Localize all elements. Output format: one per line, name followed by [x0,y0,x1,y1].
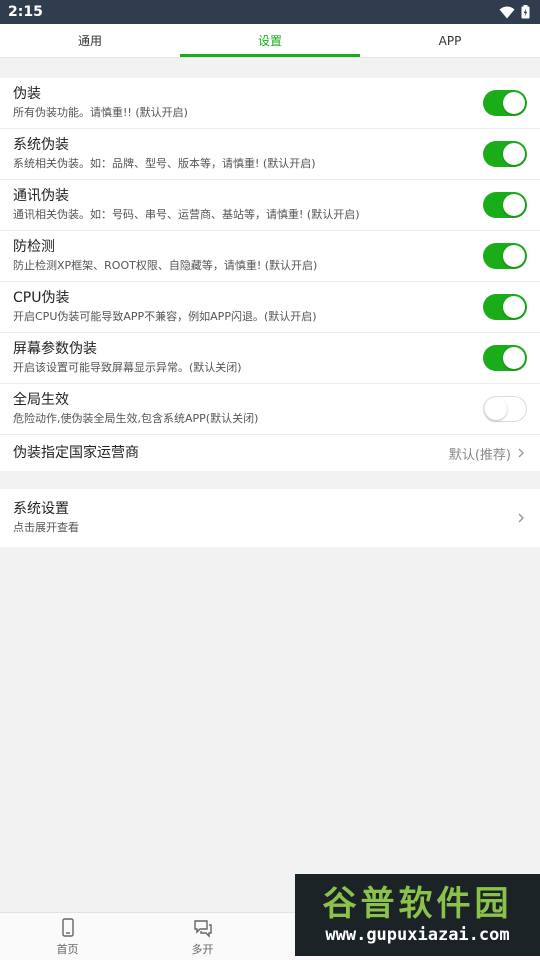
setting-subtitle: 系统相关伪装。如：品牌、型号、版本等，请慎重! (默认开启) [13,157,316,170]
status-time: 2:15 [8,4,43,20]
chevron-right-icon [518,513,524,523]
nav-multi[interactable]: 多开 [135,913,270,960]
tab-app[interactable]: APP [360,24,540,57]
setting-row-screen-disguise[interactable]: 屏幕参数伪装开启该设置可能导致屏幕显示异常。(默认关闭) [0,333,540,384]
disguise-settings-section: 伪装所有伪装功能。请慎重!! (默认开启) 系统伪装系统相关伪装。如：品牌、型号… [0,78,540,471]
watermark-line1: 谷普软件园 [322,884,513,924]
setting-subtitle: 点击展开查看 [13,521,79,534]
setting-row-cpu-disguise[interactable]: CPU伪装开启CPU伪装可能导致APP不兼容，例如APP闪退。(默认开启) [0,282,540,333]
setting-title: 全局生效 [13,392,69,408]
setting-subtitle: 防止检测XP框架、ROOT权限、自隐藏等，请慎重! (默认开启) [13,259,318,272]
setting-subtitle: 所有伪装功能。请慎重!! (默认开启) [13,106,188,119]
setting-row-global-effect[interactable]: 全局生效危险动作,使伪装全局生效,包含系统APP(默认关闭) [0,384,540,435]
toggle-global-effect[interactable] [483,396,527,422]
setting-title: 屏幕参数伪装 [13,341,97,357]
watermark-line2: www.gupuxiazai.com [325,925,510,945]
toggle-disguise[interactable] [483,90,527,116]
setting-row-disguise[interactable]: 伪装所有伪装功能。请慎重!! (默认开启) [0,78,540,129]
battery-icon [521,5,530,19]
setting-row-system-disguise[interactable]: 系统伪装系统相关伪装。如：品牌、型号、版本等，请慎重! (默认开启) [0,129,540,180]
tab-settings[interactable]: 设置 [180,24,360,57]
carrier-value: 默认(推荐) [448,447,511,463]
toggle-cpu-disguise[interactable] [483,294,527,320]
toggle-knob [503,296,525,318]
setting-title: 伪装指定国家运营商 [13,445,139,461]
watermark-logo: 谷普软件园 www.gupuxiazai.com [295,874,540,956]
setting-title: 通讯伪装 [13,188,69,204]
toggle-knob [503,245,525,267]
chat-icon [193,919,212,938]
setting-subtitle: 开启CPU伪装可能导致APP不兼容，例如APP闪退。(默认开启) [13,310,317,323]
phone-icon [61,917,74,937]
toggle-telecom-disguise[interactable] [483,192,527,218]
wifi-icon [499,6,515,18]
setting-subtitle: 危险动作,使伪装全局生效,包含系统APP(默认关闭) [13,412,259,425]
toggle-knob [503,143,525,165]
status-icons [499,5,530,19]
top-tabs: 通用 设置 APP [0,24,540,58]
nav-home[interactable]: 首页 [0,913,135,960]
setting-title: CPU伪装 [13,290,70,306]
setting-title: 防检测 [13,239,55,255]
toggle-screen-disguise[interactable] [483,345,527,371]
toggle-system-disguise[interactable] [483,141,527,167]
chevron-right-icon [518,448,524,458]
toggle-knob [503,194,525,216]
toggle-anti-detection[interactable] [483,243,527,269]
setting-title: 伪装 [13,86,41,102]
carrier-value-wrap: 默认(推荐) [449,444,527,463]
nav-home-label: 首页 [56,942,79,956]
status-bar: 2:15 [0,0,540,24]
toggle-knob [503,347,525,369]
nav-multi-label: 多开 [191,942,214,956]
setting-subtitle: 开启该设置可能导致屏幕显示异常。(默认关闭) [13,361,242,374]
tab-general[interactable]: 通用 [0,24,180,57]
setting-subtitle: 通讯相关伪装。如：号码、串号、运营商、基站等，请慎重! (默认开启) [13,208,360,221]
setting-row-anti-detection[interactable]: 防检测防止检测XP框架、ROOT权限、自隐藏等，请慎重! (默认开启) [0,231,540,282]
toggle-knob [485,398,507,420]
setting-row-carrier[interactable]: 伪装指定国家运营商 默认(推荐) [0,435,540,471]
system-settings-row[interactable]: 系统设置点击展开查看 [0,489,540,547]
toggle-knob [503,92,525,114]
setting-title: 系统设置 [13,501,69,517]
setting-title: 系统伪装 [13,137,69,153]
setting-row-telecom-disguise[interactable]: 通讯伪装通讯相关伪装。如：号码、串号、运营商、基站等，请慎重! (默认开启) [0,180,540,231]
system-settings-section: 系统设置点击展开查看 [0,489,540,547]
